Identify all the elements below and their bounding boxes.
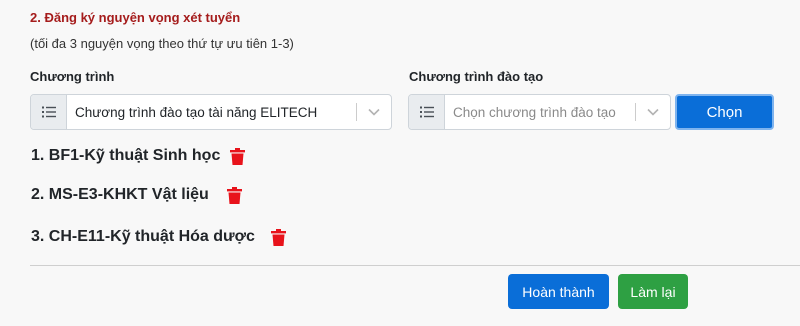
choice-label: 1. BF1-Kỹ thuật Sinh học: [31, 147, 221, 164]
choice-item: 1. BF1-Kỹ thuật Sinh học: [31, 147, 246, 165]
list-icon: [31, 95, 67, 129]
choice-label: 2. MS-E3-KHKT Vật liệu: [31, 186, 209, 203]
choice-label: 3. CH-E11-Kỹ thuật Hóa dược: [31, 228, 255, 245]
finish-button[interactable]: Hoàn thành: [508, 274, 609, 309]
choice-item: 2. MS-E3-KHKT Vật liệu: [31, 186, 242, 204]
chevron-down-icon[interactable]: [636, 95, 670, 129]
list-icon: [409, 95, 445, 129]
trash-icon[interactable]: [270, 228, 286, 246]
section-title: 2. Đăng ký nguyện vọng xét tuyển: [30, 10, 241, 25]
trash-icon[interactable]: [230, 147, 246, 165]
chevron-down-icon[interactable]: [357, 95, 391, 129]
select-button[interactable]: Chọn: [675, 94, 774, 130]
training-program-select[interactable]: Chọn chương trình đào tạo: [408, 94, 671, 130]
training-program-placeholder: Chọn chương trình đào tạo: [453, 104, 616, 120]
divider: [30, 265, 800, 266]
choice-item: 3. CH-E11-Kỹ thuật Hóa dược: [31, 228, 286, 246]
program-select[interactable]: Chương trình đào tạo tài năng ELITECH: [30, 94, 392, 130]
training-program-label: Chương trình đào tạo: [409, 69, 544, 84]
trash-icon[interactable]: [226, 186, 242, 204]
program-label: Chương trình: [30, 69, 115, 84]
reset-button[interactable]: Làm lại: [618, 274, 688, 309]
section-subtitle: (tối đa 3 nguyện vọng theo thứ tự ưu tiê…: [30, 36, 294, 51]
program-select-value: Chương trình đào tạo tài năng ELITECH: [75, 104, 318, 120]
